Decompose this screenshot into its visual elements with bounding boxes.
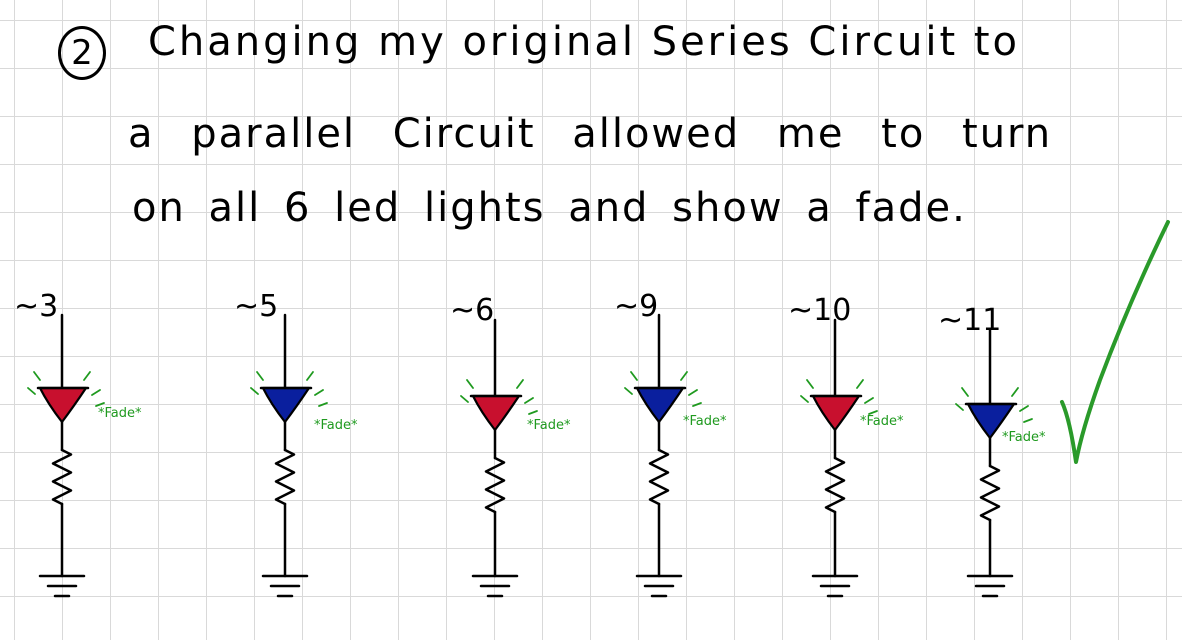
- glow-tick: [955, 403, 964, 411]
- glow-tick: [630, 371, 638, 381]
- pin-label: ~10: [788, 293, 852, 328]
- glow-tick: [692, 402, 702, 407]
- glow-tick: [460, 395, 469, 403]
- pin-label: ~6: [450, 293, 495, 328]
- glow-tick: [524, 397, 534, 404]
- glow-tick: [27, 387, 36, 395]
- led-icon: [471, 394, 521, 432]
- glow-tick: [1011, 387, 1019, 397]
- glow-tick: [624, 387, 633, 395]
- pin-label: ~3: [14, 289, 59, 324]
- fade-label: *Fade*: [683, 414, 727, 429]
- fade-label: *Fade*: [98, 406, 142, 421]
- glow-tick: [961, 387, 969, 397]
- fade-label: *Fade*: [314, 418, 358, 433]
- glow-tick: [516, 379, 524, 389]
- fade-label: *Fade*: [1002, 430, 1046, 445]
- resistor-icon: [979, 464, 1001, 522]
- glow-tick: [864, 397, 874, 404]
- led-icon: [38, 386, 88, 424]
- resistor-icon: [274, 448, 296, 506]
- glow-tick: [83, 371, 91, 381]
- glow-tick: [91, 389, 101, 396]
- glow-tick: [33, 371, 41, 381]
- glow-tick: [680, 371, 688, 381]
- circuit-diagrams: [27, 220, 1170, 598]
- glow-tick: [466, 379, 474, 389]
- fade-label: *Fade*: [527, 418, 571, 433]
- resistor-icon: [484, 456, 506, 514]
- glow-tick: [1023, 418, 1033, 423]
- glow-tick: [688, 389, 698, 396]
- pin-label: ~11: [938, 303, 1002, 338]
- fade-label: *Fade*: [860, 414, 904, 429]
- glow-tick: [314, 389, 324, 396]
- pin-label: ~9: [614, 289, 659, 324]
- resistor-icon: [824, 456, 846, 514]
- led-icon: [635, 386, 685, 424]
- glow-tick: [806, 379, 814, 389]
- glow-tick: [306, 371, 314, 381]
- resistor-icon: [51, 448, 73, 506]
- resistor-icon: [648, 448, 670, 506]
- notebook-page: 2 Changing my original Series Circuit to…: [0, 0, 1182, 640]
- led-icon: [811, 394, 861, 432]
- glow-tick: [800, 395, 809, 403]
- glow-tick: [250, 387, 259, 395]
- glow-tick: [256, 371, 264, 381]
- led-icon: [261, 386, 311, 424]
- glow-tick: [528, 410, 538, 415]
- glow-tick: [318, 402, 328, 407]
- checkmark-icon: [1060, 220, 1170, 464]
- glow-tick: [1019, 405, 1029, 412]
- glow-tick: [856, 379, 864, 389]
- pin-label: ~5: [234, 289, 279, 324]
